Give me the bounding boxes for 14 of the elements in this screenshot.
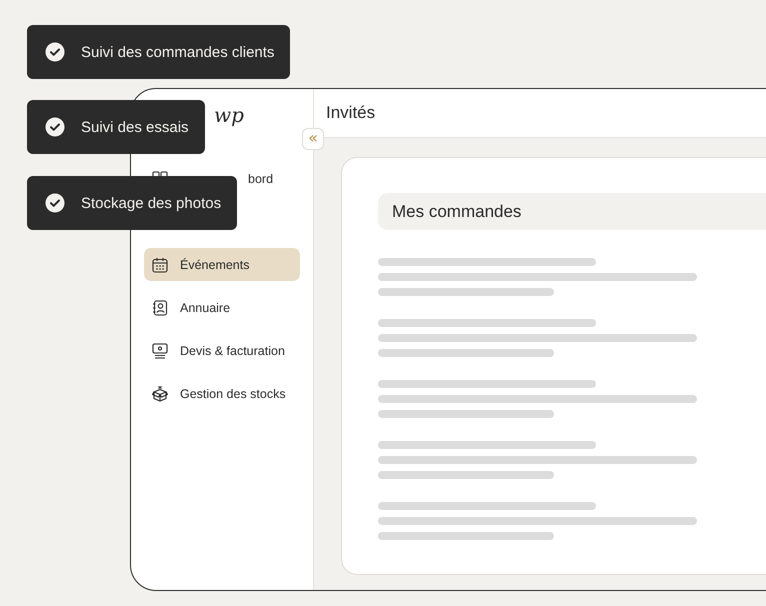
contact-icon bbox=[152, 300, 168, 316]
sidebar-item[interactable]: Événements bbox=[144, 248, 300, 281]
box-icon bbox=[152, 386, 168, 402]
sidebar-item[interactable]: Gestion des stocks bbox=[144, 377, 300, 410]
monitor-icon bbox=[152, 342, 168, 358]
logo: wp bbox=[214, 103, 244, 127]
page-title: Invités bbox=[326, 103, 376, 123]
sidebar-item[interactable]: Annuaire bbox=[144, 291, 300, 324]
badge-label: Suivi des commandes clients bbox=[81, 44, 274, 60]
badge-label: Suivi des essais bbox=[81, 118, 189, 136]
card-title: Mes commandes bbox=[378, 193, 766, 230]
sidebar-item[interactable]: Devis & facturation bbox=[144, 334, 300, 367]
calendar-icon bbox=[152, 256, 168, 272]
badge-label: Stockage des photos bbox=[81, 194, 222, 212]
